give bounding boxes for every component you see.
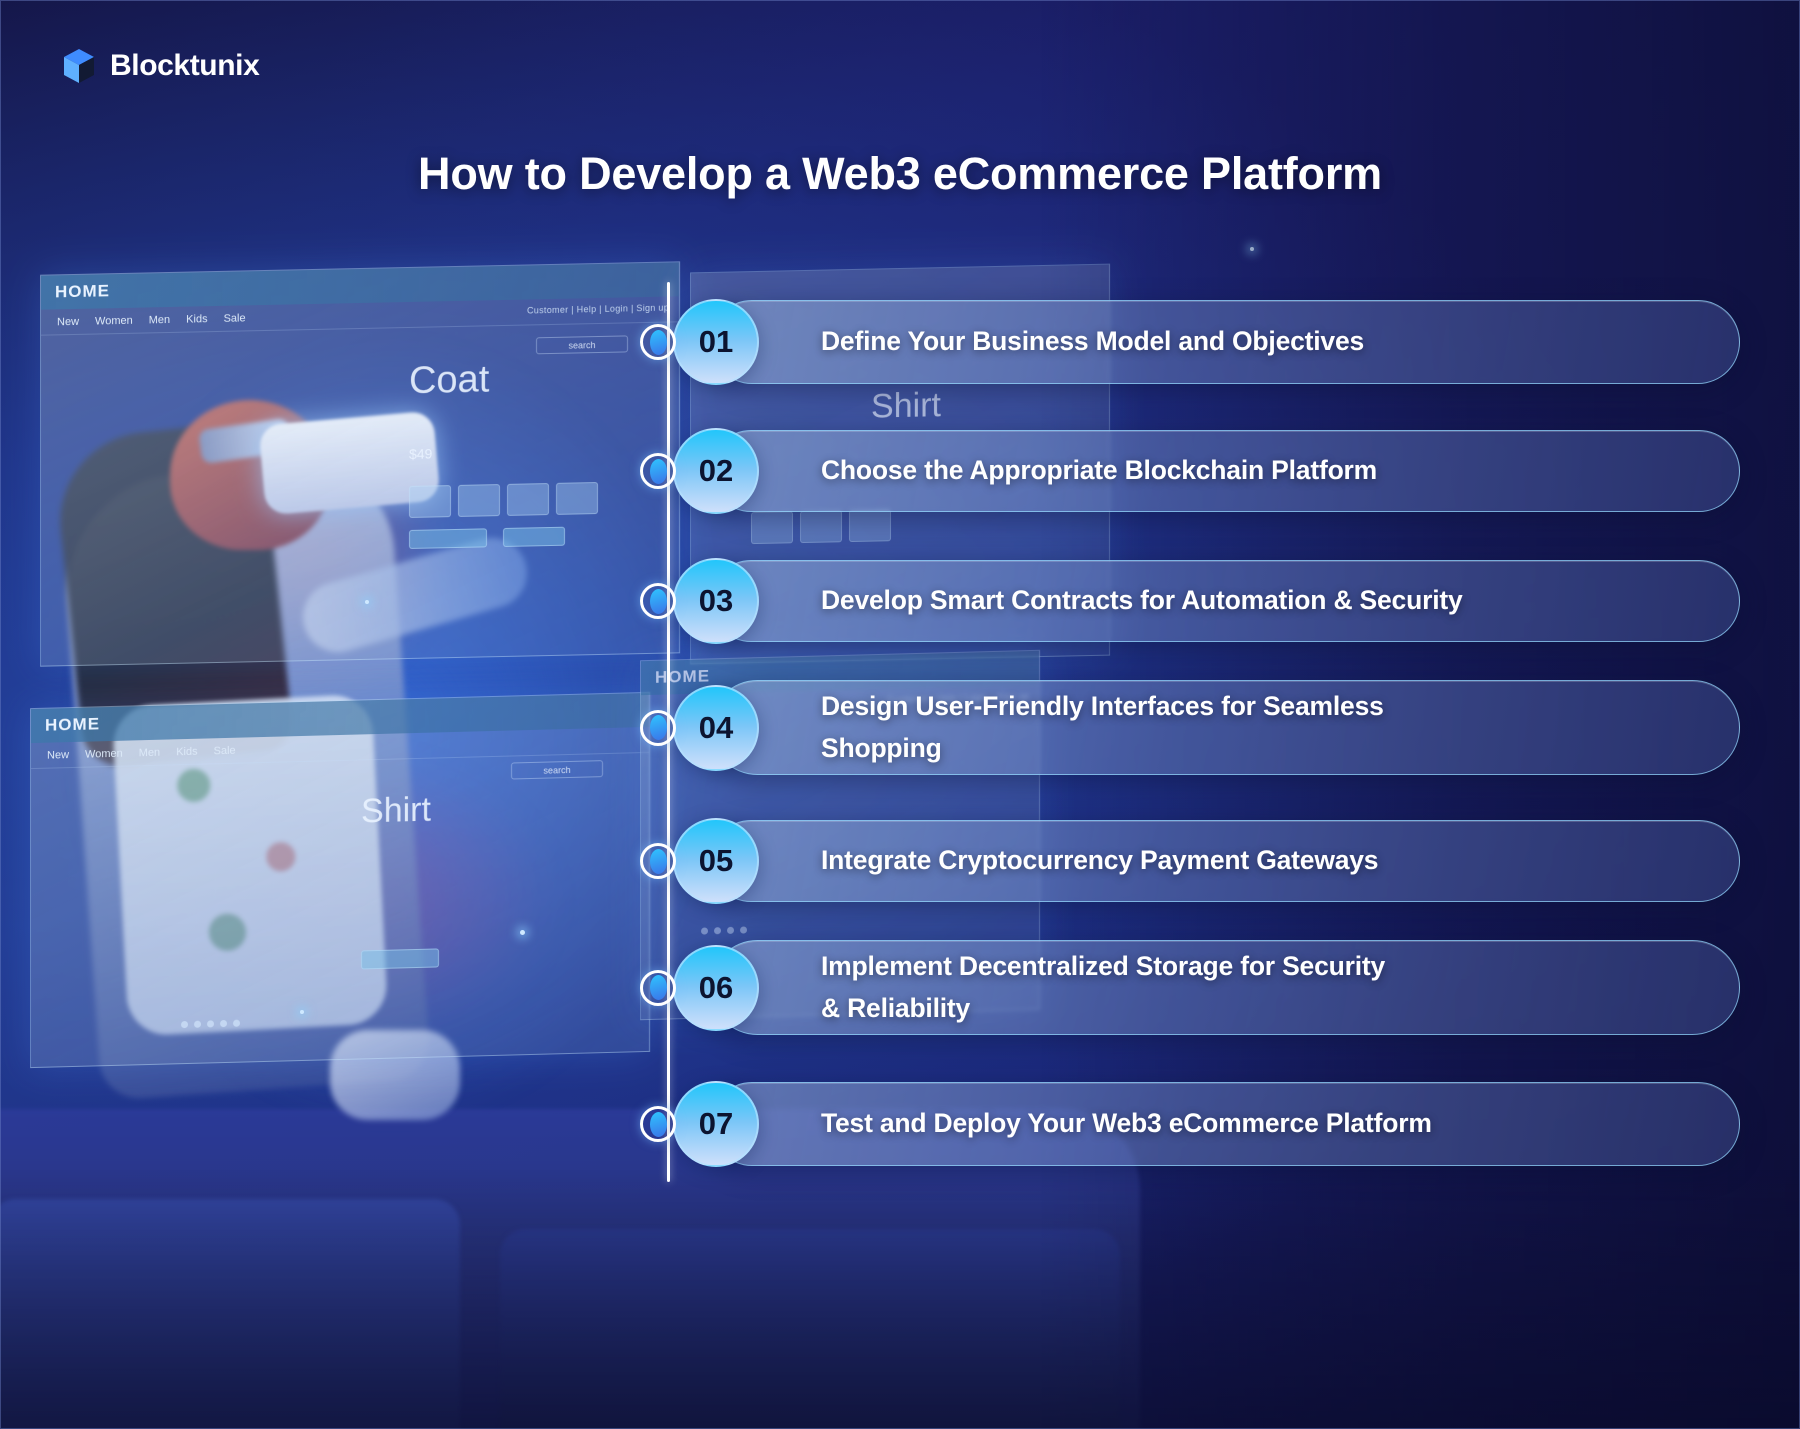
step-title-line1: Define Your Business Model and Objective… bbox=[821, 326, 1365, 357]
timeline-node-01[interactable] bbox=[640, 324, 676, 360]
step-title-line1: Design User-Friendly Interfaces for Seam… bbox=[821, 690, 1384, 721]
step-card-01[interactable]: 01 Define Your Business Model and Object… bbox=[673, 299, 1740, 385]
timeline-node-05[interactable] bbox=[640, 843, 676, 879]
step-title-01: Define Your Business Model and Objective… bbox=[821, 321, 1410, 363]
node-fill bbox=[649, 458, 667, 484]
node-fill bbox=[649, 329, 667, 355]
step-number-badge-05: 05 bbox=[673, 818, 759, 904]
step-number-badge-07: 07 bbox=[673, 1081, 759, 1167]
step-title-line2: & Reliability bbox=[821, 992, 971, 1023]
step-title-02: Choose the Appropriate Blockchain Platfo… bbox=[821, 450, 1423, 492]
step-number-badge-06: 06 bbox=[673, 944, 759, 1031]
node-fill bbox=[649, 715, 667, 740]
step-title-line1: Integrate Cryptocurrency Payment Gateway… bbox=[821, 845, 1379, 876]
infographic-canvas: HOME New Women Men Kids Sale Customer | … bbox=[0, 0, 1800, 1429]
node-fill bbox=[649, 588, 667, 614]
step-title-line1: Test and Deploy Your Web3 eCommerce Plat… bbox=[821, 1108, 1432, 1139]
step-number-badge-01: 01 bbox=[673, 299, 759, 385]
step-card-05[interactable]: 05 Integrate Cryptocurrency Payment Gate… bbox=[673, 818, 1740, 904]
timeline-node-06[interactable] bbox=[640, 969, 676, 1006]
step-number-badge-02: 02 bbox=[673, 428, 759, 514]
timeline-node-04[interactable] bbox=[640, 709, 676, 746]
timeline-step-07[interactable]: 07 Test and Deploy Your Web3 eCommerce P… bbox=[640, 1081, 1740, 1167]
timeline-step-06[interactable]: 06 Implement Decentralized Storage for S… bbox=[640, 940, 1740, 1035]
step-title-06: Implement Decentralized Storage for Secu… bbox=[821, 946, 1431, 1030]
step-title-03: Develop Smart Contracts for Automation &… bbox=[821, 580, 1509, 622]
node-fill bbox=[649, 848, 667, 874]
step-title-05: Integrate Cryptocurrency Payment Gateway… bbox=[821, 840, 1424, 882]
timeline-step-03[interactable]: 03 Develop Smart Contracts for Automatio… bbox=[640, 558, 1740, 644]
step-number-badge-03: 03 bbox=[673, 558, 759, 644]
step-card-04[interactable]: 04 Design User-Friendly Interfaces for S… bbox=[673, 680, 1740, 775]
step-title-07: Test and Deploy Your Web3 eCommerce Plat… bbox=[821, 1103, 1478, 1145]
timeline-node-03[interactable] bbox=[640, 583, 676, 619]
step-title-line1: Choose the Appropriate Blockchain Platfo… bbox=[821, 455, 1378, 486]
step-title-line2: Shopping bbox=[821, 732, 942, 763]
node-fill bbox=[649, 1111, 667, 1137]
timeline-step-04[interactable]: 04 Design User-Friendly Interfaces for S… bbox=[640, 680, 1740, 775]
step-number-badge-04: 04 bbox=[673, 684, 759, 771]
timeline-step-05[interactable]: 05 Integrate Cryptocurrency Payment Gate… bbox=[640, 818, 1740, 904]
step-card-03[interactable]: 03 Develop Smart Contracts for Automatio… bbox=[673, 558, 1740, 644]
step-title-line1: Develop Smart Contracts for Automation &… bbox=[821, 585, 1463, 616]
step-card-02[interactable]: 02 Choose the Appropriate Blockchain Pla… bbox=[673, 428, 1740, 514]
step-title-04: Design User-Friendly Interfaces for Seam… bbox=[821, 686, 1430, 770]
timeline-step-01[interactable]: 01 Define Your Business Model and Object… bbox=[640, 299, 1740, 385]
timeline-steps: 01 Define Your Business Model and Object… bbox=[0, 0, 1800, 1429]
step-card-06[interactable]: 06 Implement Decentralized Storage for S… bbox=[673, 940, 1740, 1035]
timeline-node-07[interactable] bbox=[640, 1106, 676, 1142]
timeline-node-02[interactable] bbox=[640, 453, 676, 489]
step-card-07[interactable]: 07 Test and Deploy Your Web3 eCommerce P… bbox=[673, 1081, 1740, 1167]
node-fill bbox=[649, 975, 667, 1000]
timeline-step-02[interactable]: 02 Choose the Appropriate Blockchain Pla… bbox=[640, 428, 1740, 514]
step-title-line1: Implement Decentralized Storage for Secu… bbox=[821, 950, 1386, 981]
